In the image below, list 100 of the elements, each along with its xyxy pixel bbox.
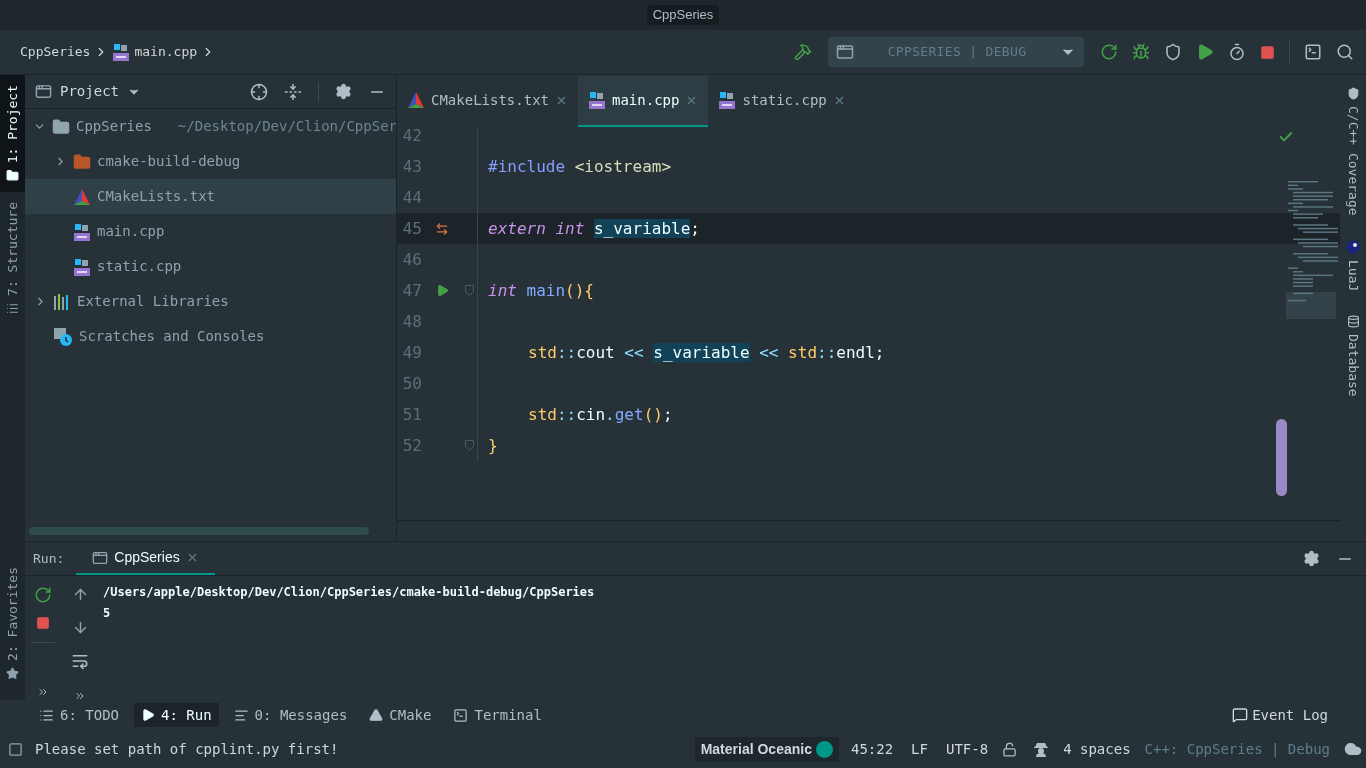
triangle-logo-icon (407, 91, 425, 109)
code-line: int main(){ (488, 279, 594, 302)
terminal-icon[interactable] (1304, 43, 1322, 61)
tree-item[interactable]: Scratches and Consoles (25, 319, 396, 354)
line-number: 47 (401, 279, 422, 302)
more-icon[interactable] (74, 690, 86, 702)
status-message: Please set path of cpplint.py first! (35, 739, 339, 759)
database-icon (1346, 314, 1360, 328)
tree-item-label: Scratches and Consoles (79, 327, 265, 346)
console-clock-icon (53, 326, 73, 347)
file-encoding[interactable]: UTF-8 (945, 738, 989, 760)
editor-tab[interactable]: CMakeLists.txt (397, 75, 578, 127)
line-number: 51 (401, 403, 422, 426)
terminal-icon (453, 707, 469, 723)
timer-icon[interactable] (1228, 43, 1246, 61)
editor-tab[interactable]: static.cpp (708, 75, 856, 127)
line-separator[interactable]: LF (911, 738, 928, 760)
line-number: 46 (401, 248, 422, 271)
run-icon[interactable] (435, 284, 449, 297)
tool-window-tab[interactable]: 2: Favorites (0, 559, 25, 688)
code-line: std::cout << s_variable << std::endl; (528, 341, 885, 364)
tool-window-button[interactable]: 4: Run (134, 703, 219, 727)
tool-window-button[interactable]: 6: TODO (32, 703, 126, 727)
unlocked-icon[interactable] (1002, 741, 1018, 757)
tree-item-path: ~/Desktop/Dev/Clion/CppSer (177, 117, 396, 136)
list-icon (39, 707, 54, 723)
tool-window-tab[interactable]: 7: Structure (0, 192, 25, 326)
crosshair-icon[interactable] (250, 82, 268, 101)
tree-item-label: main.cpp (97, 222, 165, 241)
bug-icon[interactable] (1132, 43, 1150, 61)
settings-icon[interactable] (335, 83, 352, 100)
code-line: #include <iostream> (488, 155, 672, 178)
line-number: 48 (401, 310, 422, 333)
event-log-button[interactable]: Event Log (1232, 704, 1328, 726)
tree-item-label: CppSeries (76, 117, 152, 136)
stop-icon[interactable] (1260, 44, 1275, 60)
line-number: 42 (401, 127, 422, 147)
panel-title[interactable]: Project (60, 81, 119, 102)
play-icon[interactable] (1196, 43, 1214, 61)
tree-item-label: cmake-build-debug (97, 152, 241, 171)
folder-icon (73, 152, 91, 171)
editor-tab[interactable]: main.cpp (578, 75, 709, 127)
moon-planet-icon (1346, 239, 1360, 254)
more-icon[interactable] (37, 686, 49, 698)
cpp-file-icon (73, 257, 91, 276)
cloud-icon[interactable] (1344, 740, 1362, 758)
console-output-line: 5 (103, 605, 112, 622)
cpp-file-icon (588, 91, 606, 109)
wrap-icon[interactable] (71, 652, 89, 670)
override-arrows-icon[interactable] (435, 221, 449, 236)
window-icon (836, 43, 854, 61)
cursor-position[interactable]: 45:22 (850, 738, 894, 760)
star-icon (6, 667, 19, 680)
line-number: 50 (401, 372, 422, 395)
scrollbar[interactable] (29, 527, 369, 535)
speech-bubble-icon (1232, 707, 1249, 723)
indent-setting[interactable]: 4 spaces (1063, 738, 1131, 760)
settings-icon[interactable] (1303, 550, 1320, 567)
tree-item[interactable]: CppSeries ~/Desktop/Dev/Clion/CppSer (25, 109, 396, 144)
code-line: std::cin.get(); (528, 403, 673, 426)
tree-item[interactable]: cmake-build-debug (25, 144, 396, 179)
search-icon[interactable] (1336, 43, 1354, 61)
rerun-icon[interactable] (1100, 43, 1118, 61)
tool-window-tab[interactable]: Database (1343, 314, 1363, 397)
fold-marker-icon[interactable] (465, 440, 474, 451)
panel-label: Run: (33, 549, 65, 568)
hammer-icon[interactable] (794, 43, 812, 61)
line-number: 44 (401, 186, 422, 209)
stop-icon[interactable] (36, 616, 50, 630)
console-output-line: /Users/apple/Desktop/Dev/Clion/CppSeries/cmake-build-debug/CppSeries (103, 584, 595, 601)
tool-window-tab[interactable]: 1: Project (0, 75, 25, 193)
breadcrumb[interactable]: CppSeries (20, 42, 91, 62)
cpp-file-icon (718, 91, 737, 109)
window-icon (35, 83, 52, 100)
tree-item-label: External Libraries (77, 292, 229, 311)
tool-window-tab[interactable]: LuaJ (1343, 239, 1363, 291)
tree-item[interactable]: CMakeLists.txt (25, 179, 396, 214)
rerun-icon[interactable] (34, 586, 52, 604)
shield-icon (1346, 87, 1360, 100)
structure-icon (6, 302, 19, 316)
scrollbar[interactable] (1276, 419, 1287, 496)
tool-window-button[interactable]: 0: Messages (226, 703, 355, 727)
tool-window-button[interactable]: Terminal (446, 703, 549, 727)
run-tab[interactable]: CppSeries (76, 542, 215, 575)
tree-item-label: CMakeLists.txt (97, 187, 215, 206)
play-icon (141, 708, 155, 722)
breadcrumb[interactable]: main.cpp (134, 42, 198, 62)
tool-window-button[interactable]: CMake (362, 703, 439, 727)
code-line: } (488, 434, 498, 457)
theme-indicator[interactable]: Material Oceanic (694, 736, 839, 762)
window-title: CppSeries (646, 5, 720, 25)
folder-icon (6, 169, 19, 183)
tree-item[interactable]: main.cpp (25, 214, 396, 249)
fold-marker-icon[interactable] (465, 285, 474, 296)
tree-item[interactable]: External Libraries (25, 284, 396, 319)
tree-item-label: static.cpp (97, 257, 182, 276)
tool-window-tab[interactable]: C/C++ Coverage (1343, 87, 1363, 216)
panel-toggle-icon[interactable] (8, 741, 23, 757)
tree-item[interactable]: static.cpp (25, 249, 396, 284)
collapse-icon[interactable] (284, 82, 302, 101)
